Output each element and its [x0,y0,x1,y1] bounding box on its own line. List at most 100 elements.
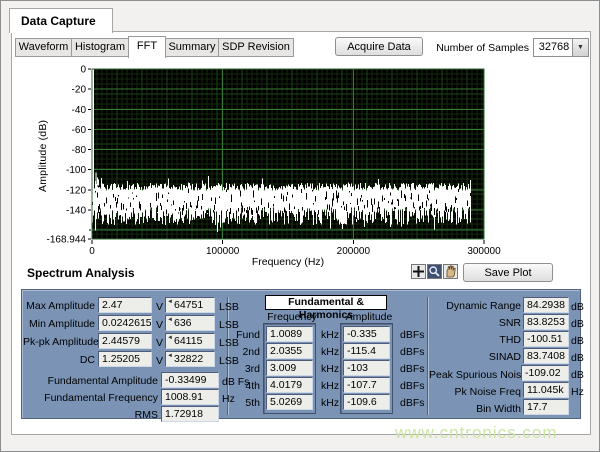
db-unit: dB [571,352,584,364]
pkpk-amplitude-label: Pk-pk Amplitude [23,336,95,348]
svg-text:-60: -60 [72,125,87,136]
tab-waveform[interactable]: Waveform [15,38,72,57]
khz-unit: kHz [321,346,339,358]
khz-unit: kHz [321,329,339,341]
volts-unit: V [156,355,163,367]
cursor-move-icon[interactable] [411,264,426,279]
harmonic-amplitude: -103 [343,360,390,376]
thd-label: THD [433,334,521,346]
max-amplitude-lsb: ◄64751 [165,297,215,313]
thd-value: -100.51 [523,331,569,347]
x-axis-label: Frequency (Hz) [188,256,388,268]
tab-data-capture[interactable]: Data Capture [9,8,113,33]
svg-text:-140: -140 [66,205,86,216]
pkpk-amplitude-volts: 2.44579 [98,333,152,349]
value-marker-icon: ◄ [167,299,173,305]
harmonic-frequency: 5.0269 [266,394,313,410]
panel-divider [427,297,429,415]
db-unit: dB [571,318,584,330]
dbfs-unit: dBFs [400,363,425,375]
value-marker-icon: ◄ [167,335,173,341]
fundamental-harmonics-title: Fundamental & Harmonics [265,295,387,310]
khz-unit: kHz [321,363,339,375]
fundamental-frequency-value: 1008.91 [161,389,219,405]
harmonic-row-label: 2nd [231,346,260,358]
data-capture-window: Data Capture Waveform Histogram FFT Summ… [0,0,600,452]
fundamental-amplitude-value: -0.33499 [161,372,219,388]
fundamental-amplitude-label: Fundamental Amplitude [31,375,158,387]
tab-fft[interactable]: FFT [128,36,166,58]
bin-width-value: 17.7 [523,399,569,415]
pk-noise-freq-value: 11.045k [523,382,569,398]
fft-plot[interactable]: 0-20-40-60-80-100-120-140-168.9440100000… [41,61,501,278]
peak-spurious-noise-value: -109.02 [521,365,569,381]
dynamic-range-value: 84.2938 [523,297,569,313]
save-plot-button[interactable]: Save Plot [463,263,553,282]
svg-text:-80: -80 [72,145,87,156]
peak-spurious-noise-label: Peak Spurious Noise [429,369,521,381]
min-amplitude-label: Min Amplitude [23,318,95,330]
db-unit: dB [571,369,584,381]
acquire-data-button[interactable]: Acquire Data [335,37,423,56]
dbfs-unit: dBFs [400,397,425,409]
bin-width-label: Bin Width [433,403,521,415]
min-amplitude-volts: 0.0242615 [98,315,152,331]
value-marker-icon: ◄ [167,353,173,359]
tab-summary[interactable]: Summary [165,38,219,57]
svg-text:300000: 300000 [467,246,501,257]
snr-label: SNR [433,317,521,329]
chevron-down-icon[interactable]: ▼ [572,39,588,56]
pkpk-amplitude-lsb: ◄64115 [165,333,215,349]
tab-sdp-revision[interactable]: SDP Revision [218,38,294,57]
max-amplitude-volts: 2.47 [98,297,152,313]
spectrum-analysis-title: Spectrum Analysis [27,266,135,280]
number-of-samples-select[interactable]: 32768 ▼ [533,38,589,57]
svg-text:0: 0 [89,246,95,257]
amplitude-column-header: Amplitude [339,311,399,323]
svg-text:-168.944: -168.944 [47,235,87,246]
khz-unit: kHz [321,380,339,392]
harmonic-row-label: Fund [231,329,260,341]
sinad-label: SINAD [433,351,521,363]
svg-text:-20: -20 [72,85,87,96]
volts-unit: V [156,301,163,313]
tab-histogram[interactable]: Histogram [71,38,129,57]
snr-value: 83.8253 [523,314,569,330]
harmonic-frequency: 4.0179 [266,377,313,393]
svg-text:-40: -40 [72,105,87,116]
volts-unit: V [156,319,163,331]
svg-text:-100: -100 [66,165,86,176]
harmonic-amplitude: -109.6 [343,394,390,410]
sinad-value: 83.7408 [523,348,569,364]
svg-text:-120: -120 [66,185,86,196]
dynamic-range-label: Dynamic Range [433,300,521,312]
svg-text:0: 0 [80,65,86,76]
harmonic-frequency: 2.0355 [266,343,313,359]
number-of-samples-value: 32768 [534,41,574,53]
zoom-tool-icon[interactable] [427,264,442,279]
dbfs-unit: dBFs [400,346,425,358]
harmonic-frequency: 3.009 [266,360,313,376]
rms-value: 1.72918 [161,406,219,422]
rms-label: RMS [31,409,158,421]
frequency-column-header: Frequency [262,311,322,323]
harmonic-amplitude: -107.7 [343,377,390,393]
harmonic-amplitude: -115.4 [343,343,390,359]
max-amplitude-label: Max Amplitude [23,300,95,312]
site-watermark: www.cntronics.com [395,423,557,443]
harmonic-row-label: 3rd [231,363,260,375]
fundamental-frequency-label: Fundamental Frequency [31,392,158,404]
harmonic-amplitude: -0.335 [343,326,390,342]
dbfs-unit: dBFs [400,380,425,392]
dc-label: DC [23,354,95,366]
harmonic-row-label: 4th [231,380,260,392]
harmonic-row-label: 5th [231,397,260,409]
number-of-samples-label: Number of Samples [431,42,529,54]
db-unit: dB [571,301,584,313]
volts-unit: V [156,337,163,349]
harmonic-frequency: 1.0089 [266,326,313,342]
dbfs-unit: dBFs [400,329,425,341]
dc-volts: 1.25205 [98,351,152,367]
pan-hand-icon[interactable] [443,264,458,279]
pk-noise-freq-label: Pk Noise Freq [433,386,521,398]
